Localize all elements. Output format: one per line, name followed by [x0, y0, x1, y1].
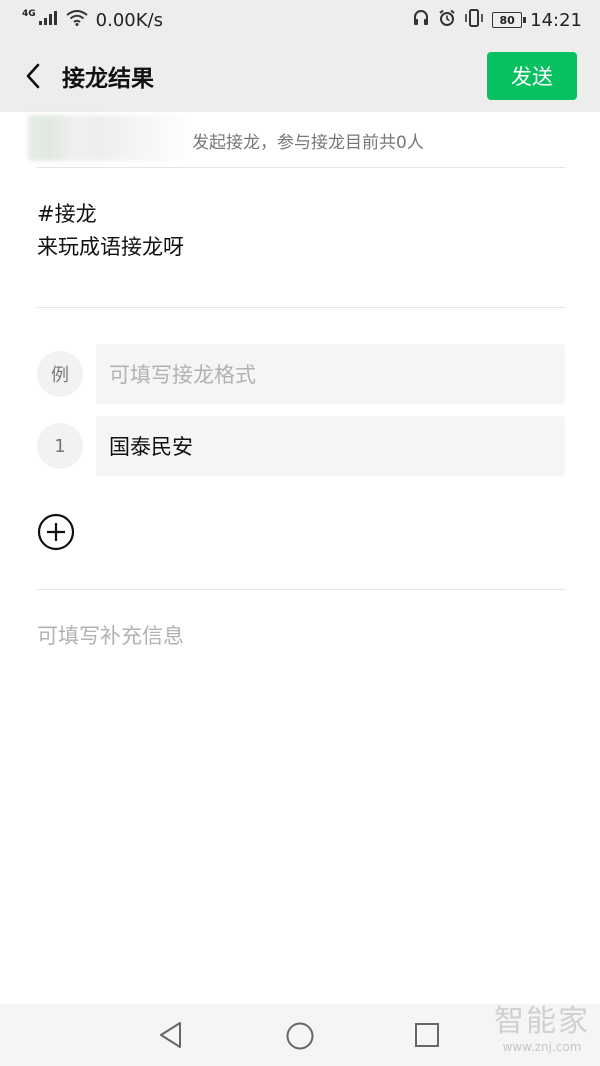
recents-square-icon[interactable] [414, 1022, 440, 1048]
initiator-row: 发起接龙，参与接龙目前共0人 [0, 112, 600, 168]
home-circle-icon[interactable] [285, 1021, 315, 1051]
watermark: 智能家 www.znj.com [494, 1004, 590, 1060]
headphones-icon [412, 9, 430, 32]
entry-row: 1 国泰民安 [37, 416, 565, 476]
plus-circle-icon[interactable] [37, 513, 75, 551]
network-speed: 0.00K/s [95, 9, 163, 31]
watermark-sub: www.znj.com [502, 1040, 582, 1054]
wifi-icon [66, 9, 88, 31]
status-left: 4G 0.00K/s [22, 9, 163, 31]
send-button[interactable]: 发送 [487, 52, 577, 100]
divider [37, 307, 565, 308]
vibrate-icon [464, 8, 484, 32]
page-title: 接龙结果 [62, 66, 154, 92]
avatar [28, 115, 192, 161]
nav-bar: 接龙结果 发送 [0, 40, 600, 112]
chevron-left-icon[interactable] [18, 58, 48, 94]
supplement-input[interactable]: 可填写补充信息 [37, 620, 184, 650]
status-right: 80 14:21 [412, 8, 582, 32]
topic[interactable]: #接龙 来玩成语接龙呀 [37, 198, 565, 264]
entry-badge: 1 [37, 423, 83, 469]
topic-description: 来玩成语接龙呀 [37, 235, 184, 259]
alarm-icon [438, 9, 456, 32]
example-entry-row: 例 可填写接龙格式 [37, 344, 565, 404]
example-format-input[interactable]: 可填写接龙格式 [96, 344, 565, 404]
entry-input[interactable]: 国泰民安 [96, 416, 565, 476]
divider [37, 167, 565, 168]
battery-icon: 80 [492, 12, 527, 28]
status-bar: 4G 0.00K/s 80 14:21 [0, 0, 600, 40]
screen: 4G 0.00K/s 80 14:21 接龙结果 发送 发起接龙，参与接龙目前共… [0, 0, 600, 1066]
signal-icon [38, 10, 58, 31]
back-triangle-icon[interactable] [158, 1021, 184, 1049]
clock: 14:21 [530, 9, 582, 31]
initiator-text: 发起接龙，参与接龙目前共0人 [192, 132, 424, 153]
watermark-main: 智能家 [494, 1004, 590, 1039]
divider [37, 589, 565, 590]
topic-hashtag: #接龙 [37, 202, 97, 226]
entry-badge: 例 [37, 351, 83, 397]
network-type: 4G [22, 9, 36, 19]
